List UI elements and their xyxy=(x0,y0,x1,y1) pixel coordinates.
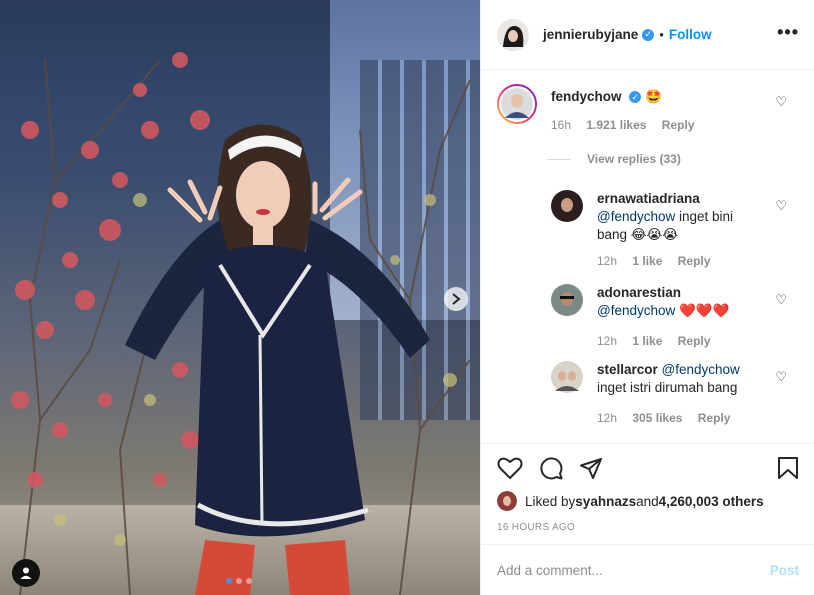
more-options-icon[interactable]: ••• xyxy=(777,22,799,43)
comment-mention[interactable]: @fendychow xyxy=(597,209,675,224)
post-comment-button[interactable]: Post xyxy=(770,563,799,578)
commenter-username[interactable]: ernawatiadriana xyxy=(597,191,700,206)
next-media-button[interactable] xyxy=(444,287,468,311)
reply-button[interactable]: Reply xyxy=(678,334,711,348)
comment-likes[interactable]: 1 like xyxy=(632,254,662,268)
bookmark-icon[interactable] xyxy=(777,456,799,480)
comment-likes[interactable]: 1.921 likes xyxy=(586,118,646,132)
comment-text: 🤩 xyxy=(645,89,662,104)
user-tag-icon xyxy=(20,567,32,579)
reply-button[interactable]: Reply xyxy=(662,118,695,132)
liker-avatar[interactable] xyxy=(497,491,517,511)
comment-text: inget bini xyxy=(675,209,734,224)
comment-like-icon[interactable]: ♡ xyxy=(775,94,787,110)
commenter-avatar[interactable] xyxy=(497,84,537,132)
comment-time[interactable]: 16h xyxy=(551,118,571,132)
media-dot xyxy=(246,578,252,584)
comment-meta: 12h 1 like Reply xyxy=(597,334,729,348)
view-replies-line xyxy=(547,158,571,160)
comment-text-line2: bang 😂😭😭 xyxy=(597,227,679,242)
comment-icon[interactable] xyxy=(539,456,563,480)
commenter-username[interactable]: adonarestian xyxy=(597,285,681,300)
verified-badge-icon: ✓ xyxy=(642,28,655,41)
post-side-panel: jennierubyjane ✓ • Follow ••• fendychow … xyxy=(480,0,814,595)
comment-text: ❤️❤️❤️ xyxy=(675,303,730,318)
commenter-username[interactable]: fendychow xyxy=(551,89,622,104)
post-actions: Liked by syahnazs and 4,260,003 others 1… xyxy=(481,443,814,543)
comment-likes[interactable]: 1 like xyxy=(632,334,662,348)
media-pagination-dots xyxy=(226,578,252,584)
comment-time[interactable]: 12h xyxy=(597,254,617,268)
post-header: jennierubyjane ✓ • Follow ••• xyxy=(481,0,814,70)
reply-button[interactable]: Reply xyxy=(698,411,731,425)
photo-person xyxy=(125,124,430,595)
comment-meta: 12h 305 likes Reply xyxy=(597,411,742,425)
comment-item: fendychow ✓ 🤩 16h 1.921 likes Reply xyxy=(497,84,706,132)
reply-item: ernawatiadriana @fendychow inget bini ba… xyxy=(551,190,733,268)
media-dot xyxy=(236,578,242,584)
reply-button[interactable]: Reply xyxy=(678,254,711,268)
header-separator: • xyxy=(659,27,664,42)
comment-like-icon[interactable]: ♡ xyxy=(775,198,787,214)
commenter-avatar[interactable] xyxy=(551,361,583,425)
chevron-right-icon xyxy=(452,293,461,305)
view-replies-label: View replies (33) xyxy=(587,152,681,166)
comment-mention[interactable]: @fendychow xyxy=(597,303,675,318)
commenter-avatar[interactable] xyxy=(551,190,583,268)
comment-time[interactable]: 12h xyxy=(597,334,617,348)
commenter-username[interactable]: stellarcor xyxy=(597,362,658,377)
liked-by-prefix: Liked by xyxy=(525,493,576,509)
post-photo[interactable] xyxy=(0,0,480,595)
author-avatar[interactable] xyxy=(497,18,529,51)
comment-text: inget istri dirumah bang xyxy=(597,380,738,395)
share-icon[interactable] xyxy=(579,456,603,480)
liked-by: Liked by syahnazs and 4,260,003 others xyxy=(497,491,764,511)
follow-button[interactable]: Follow xyxy=(669,27,712,42)
verified-badge-icon: ✓ xyxy=(629,91,642,104)
author-username[interactable]: jennierubyjane xyxy=(543,27,638,42)
comment-input[interactable] xyxy=(497,562,770,578)
liked-by-and: and xyxy=(636,493,659,509)
media-dot-active xyxy=(226,578,232,584)
comments-section: fendychow ✓ 🤩 16h 1.921 likes Reply ♡ Vi… xyxy=(481,70,814,442)
tagged-users-button[interactable] xyxy=(12,559,40,587)
add-comment-bar: Post xyxy=(481,544,814,595)
heart-icon[interactable] xyxy=(497,456,523,480)
comment-like-icon[interactable]: ♡ xyxy=(775,369,787,385)
reply-item: adonarestian @fendychow ❤️❤️❤️ 12h 1 lik… xyxy=(551,284,729,348)
comment-time[interactable]: 12h xyxy=(597,411,617,425)
comment-like-icon[interactable]: ♡ xyxy=(775,292,787,308)
commenter-avatar[interactable] xyxy=(551,284,583,348)
comment-meta: 16h 1.921 likes Reply xyxy=(551,118,706,132)
view-replies-button[interactable]: View replies (33) xyxy=(547,152,681,166)
reply-item: stellarcor @fendychow inget istri diruma… xyxy=(551,361,742,425)
comment-mention[interactable]: @fendychow xyxy=(662,362,740,377)
comment-meta: 12h 1 like Reply xyxy=(597,254,733,268)
likes-count[interactable]: 4,260,003 others xyxy=(659,494,764,509)
post-timestamp[interactable]: 16 HOURS AGO xyxy=(497,522,575,533)
liker-username[interactable]: syahnazs xyxy=(575,494,636,509)
action-icons xyxy=(497,456,603,480)
comment-likes[interactable]: 305 likes xyxy=(632,411,682,425)
